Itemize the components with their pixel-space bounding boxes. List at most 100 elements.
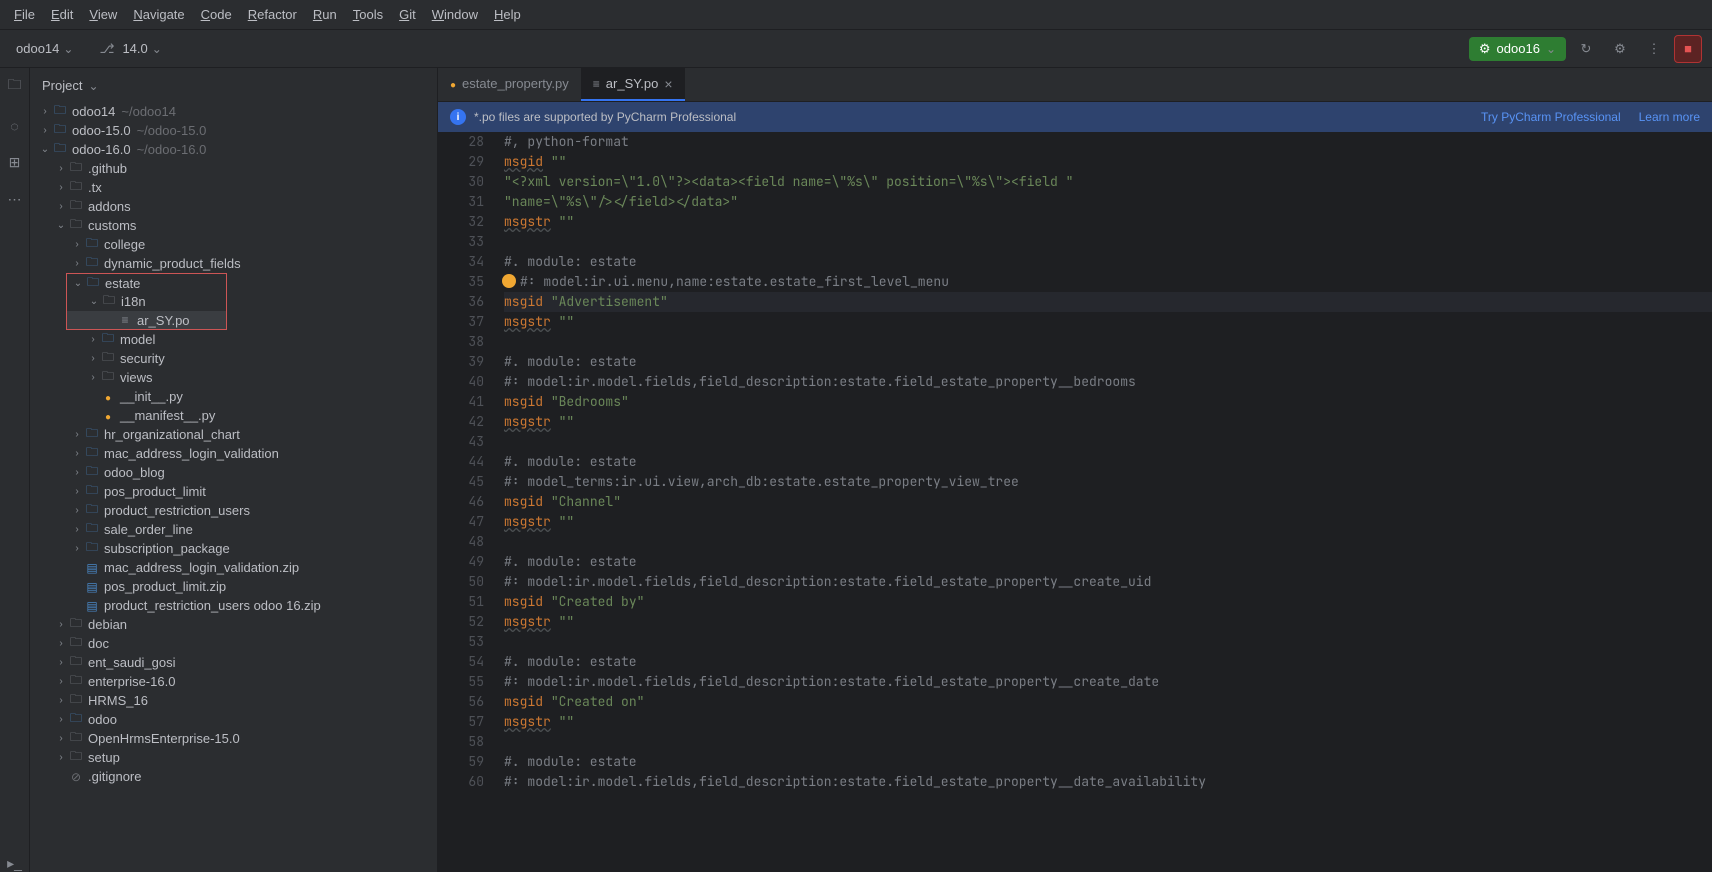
chevron-icon[interactable]: [38, 106, 52, 117]
project-tool-icon[interactable]: 🗀: [8, 74, 22, 98]
code-line[interactable]: #: model:ir.model.fields,field_descripti…: [504, 572, 1712, 592]
code-line[interactable]: msgid "Created on": [504, 692, 1712, 712]
chevron-icon[interactable]: [70, 524, 84, 535]
chevron-icon[interactable]: [54, 182, 68, 193]
menu-item-refactor[interactable]: Refactor: [240, 3, 305, 26]
chevron-icon[interactable]: [54, 733, 68, 744]
code-line[interactable]: #, python-format: [504, 132, 1712, 152]
tree-node-enterprise-16-0[interactable]: enterprise-16.0: [30, 672, 437, 691]
code-line[interactable]: "name=\"%s\"/></field></data>": [504, 192, 1712, 212]
menu-item-tools[interactable]: Tools: [345, 3, 391, 26]
tree-node-odoo[interactable]: odoo: [30, 710, 437, 729]
tree-node-odoo-15-0[interactable]: odoo-15.0~/odoo-15.0: [30, 121, 437, 140]
chevron-icon[interactable]: [87, 296, 101, 307]
tree-node-debian[interactable]: debian: [30, 615, 437, 634]
code-line[interactable]: msgstr "": [504, 512, 1712, 532]
tree-node-ar-sy-po[interactable]: ar_SY.po: [66, 311, 227, 330]
code-line[interactable]: #. module: estate: [504, 452, 1712, 472]
chevron-icon[interactable]: [54, 676, 68, 687]
tree-node-dynamic-product-fields[interactable]: dynamic_product_fields: [30, 254, 437, 273]
intention-bulb-icon[interactable]: [502, 274, 516, 288]
code-line[interactable]: #: model:ir.model.fields,field_descripti…: [504, 772, 1712, 792]
close-icon[interactable]: ×: [664, 76, 672, 92]
tree-node-subscription-package[interactable]: subscription_package: [30, 539, 437, 558]
menu-item-edit[interactable]: Edit: [43, 3, 81, 26]
menu-item-window[interactable]: Window: [424, 3, 486, 26]
chevron-icon[interactable]: [86, 372, 100, 383]
code-line[interactable]: msgid "Bedrooms": [504, 392, 1712, 412]
more-tool-icon[interactable]: ⋯: [8, 191, 22, 208]
tree-node-model[interactable]: model: [30, 330, 437, 349]
code-line[interactable]: msgstr "": [504, 612, 1712, 632]
chevron-icon[interactable]: [54, 619, 68, 630]
chevron-icon[interactable]: [70, 429, 84, 440]
chevron-icon[interactable]: [38, 125, 52, 136]
tree-node-sale-order-line[interactable]: sale_order_line: [30, 520, 437, 539]
learn-more-link[interactable]: Learn more: [1639, 110, 1700, 124]
code-line[interactable]: msgid "Advertisement": [504, 292, 1712, 312]
tree-node-setup[interactable]: setup: [30, 748, 437, 767]
more-button[interactable]: ⋮: [1640, 35, 1668, 63]
structure-tool-icon[interactable]: ⊞: [9, 154, 21, 171]
chevron-icon[interactable]: [54, 657, 68, 668]
code-line[interactable]: #: model:ir.model.fields,field_descripti…: [504, 372, 1712, 392]
chevron-icon[interactable]: [70, 258, 84, 269]
tree-node--github[interactable]: .github: [30, 159, 437, 178]
project-panel-header[interactable]: Project: [30, 68, 437, 102]
tree-node-views[interactable]: views: [30, 368, 437, 387]
code-line[interactable]: msgid "Channel": [504, 492, 1712, 512]
code-line[interactable]: [504, 332, 1712, 352]
debug-button[interactable]: ⚙: [1606, 35, 1634, 63]
code-line[interactable]: [504, 532, 1712, 552]
code-line[interactable]: #. module: estate: [504, 352, 1712, 372]
chevron-icon[interactable]: [38, 144, 52, 155]
run-configuration[interactable]: ⚙ odoo16: [1469, 37, 1566, 61]
code-line[interactable]: [504, 432, 1712, 452]
menu-item-navigate[interactable]: Navigate: [125, 3, 192, 26]
tree-node-security[interactable]: security: [30, 349, 437, 368]
terminal-tool-icon[interactable]: ▸_: [7, 855, 22, 872]
code-line[interactable]: #: model:ir.model.fields,field_descripti…: [504, 672, 1712, 692]
code-line[interactable]: #. module: estate: [504, 652, 1712, 672]
tree-node-college[interactable]: college: [30, 235, 437, 254]
tree-node-odoo-16-0[interactable]: odoo-16.0~/odoo-16.0: [30, 140, 437, 159]
tab-estate-property-py[interactable]: estate_property.py: [438, 68, 581, 101]
code-line[interactable]: #. module: estate: [504, 552, 1712, 572]
tree-node--tx[interactable]: .tx: [30, 178, 437, 197]
menu-item-git[interactable]: Git: [391, 3, 424, 26]
code-line[interactable]: msgid "Created by": [504, 592, 1712, 612]
chevron-icon[interactable]: [70, 486, 84, 497]
chevron-icon[interactable]: [71, 278, 85, 289]
chevron-icon[interactable]: [54, 201, 68, 212]
tree-node-mac-address-login-validation-zip[interactable]: mac_address_login_validation.zip: [30, 558, 437, 577]
menu-item-code[interactable]: Code: [193, 3, 240, 26]
tree-node-addons[interactable]: addons: [30, 197, 437, 216]
chevron-icon[interactable]: [70, 448, 84, 459]
chevron-icon[interactable]: [70, 543, 84, 554]
code-line[interactable]: msgstr "": [504, 312, 1712, 332]
project-selector[interactable]: odoo14: [10, 37, 79, 60]
chevron-icon[interactable]: [70, 505, 84, 516]
tree-node---manifest---py[interactable]: __manifest__.py: [30, 406, 437, 425]
tab-ar-sy-po[interactable]: ar_SY.po×: [581, 68, 685, 101]
tree-node-ent-saudi-gosi[interactable]: ent_saudi_gosi: [30, 653, 437, 672]
tree-node-i18n[interactable]: i18n: [66, 292, 227, 311]
code-line[interactable]: msgstr "": [504, 712, 1712, 732]
tree-node-product-restriction-users[interactable]: product_restriction_users: [30, 501, 437, 520]
stop-button[interactable]: ■: [1674, 35, 1702, 63]
chevron-icon[interactable]: [54, 752, 68, 763]
tree-node-hr-organizational-chart[interactable]: hr_organizational_chart: [30, 425, 437, 444]
chevron-icon[interactable]: [54, 638, 68, 649]
code-line[interactable]: #: model:ir.ui.menu,name:estate.estate_f…: [504, 272, 1712, 292]
tree-node-product-restriction-users-odoo-16-zip[interactable]: product_restriction_users odoo 16.zip: [30, 596, 437, 615]
code-line[interactable]: "<?xml version=\"1.0\"?><data><field nam…: [504, 172, 1712, 192]
code-line[interactable]: msgstr "": [504, 212, 1712, 232]
rerun-button[interactable]: ↻: [1572, 35, 1600, 63]
commit-tool-icon[interactable]: ◌: [10, 118, 18, 134]
tree-node---init---py[interactable]: __init__.py: [30, 387, 437, 406]
tree-node-odoo-blog[interactable]: odoo_blog: [30, 463, 437, 482]
chevron-icon[interactable]: [54, 220, 68, 231]
tree-node-odoo14[interactable]: odoo14~/odoo14: [30, 102, 437, 121]
code-line[interactable]: #. module: estate: [504, 252, 1712, 272]
tree-node-estate[interactable]: estate: [66, 273, 227, 292]
